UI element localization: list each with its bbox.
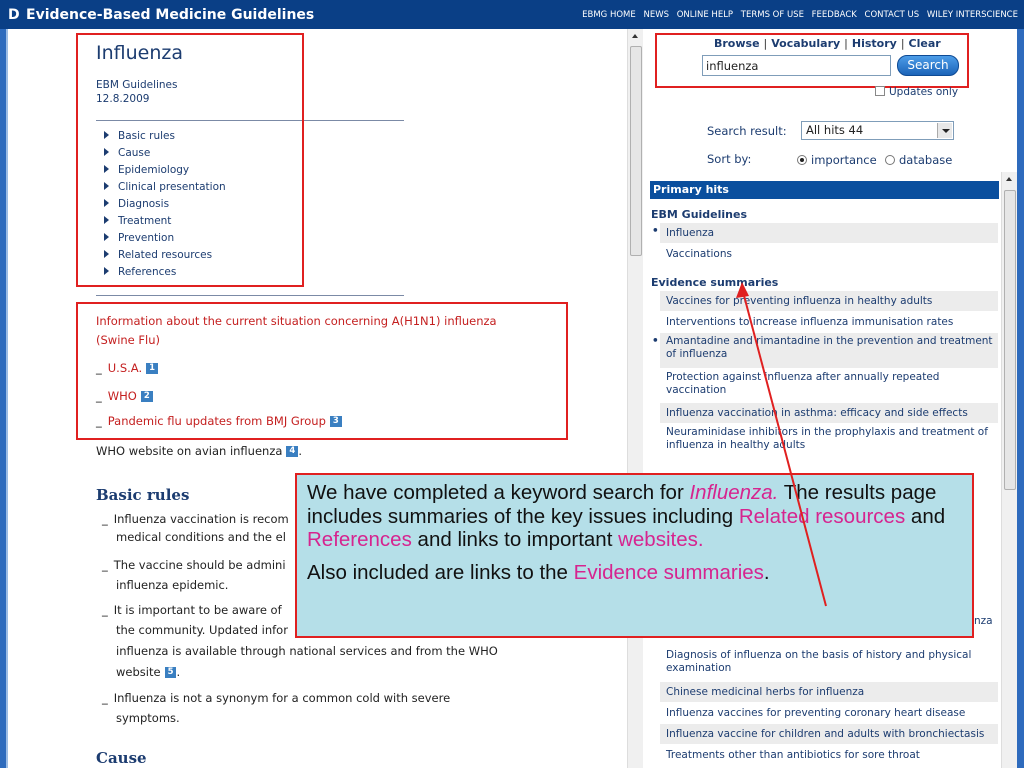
callout-paragraph-1: We have completed a keyword search for I… [307, 481, 962, 552]
callout-text: and [905, 504, 946, 528]
period: . [176, 665, 181, 679]
basic-rule-text: medical conditions and the el [116, 530, 286, 544]
nav-news[interactable]: NEWS [643, 10, 669, 20]
scroll-up-icon[interactable] [1006, 177, 1012, 181]
basic-rule-text: influenza is available through national … [116, 644, 498, 658]
rule-text: Influenza vaccination is recom [113, 512, 289, 526]
result-item[interactable]: Influenza vaccination in asthma: efficac… [660, 403, 998, 424]
section-heading-basic-rules: Basic rules [96, 486, 190, 504]
scroll-thumb[interactable] [630, 46, 642, 256]
nav-online-help[interactable]: ONLINE HELP [677, 10, 733, 20]
search-result-select[interactable]: All hits 44 [801, 121, 954, 140]
basic-rule-text: _ The vaccine should be admini [102, 558, 286, 572]
ebm-guidelines-list: Influenza Vaccinations [652, 223, 998, 265]
rule-text: website [116, 665, 161, 679]
section-heading-cause: Cause [96, 749, 147, 767]
result-item[interactable]: Influenza vaccines for preventing corona… [660, 703, 998, 724]
result-item[interactable]: Influenza vaccine for children and adult… [660, 724, 998, 745]
rule-text: It is important to be aware of [113, 603, 282, 617]
callout-highlight: References [307, 528, 412, 551]
basic-rule-text: symptoms. [116, 711, 180, 725]
evidence-summaries-list-bottom: Diagnosis of influenza on the basis of h… [660, 647, 998, 766]
result-item[interactable]: Amantadine and rimantadine in the preven… [652, 333, 998, 369]
callout-text: We have completed a keyword search for [307, 481, 690, 504]
select-value: All hits 44 [806, 123, 864, 137]
callout-highlight: Related resources [738, 504, 906, 528]
basic-rule-text: website 5. [116, 665, 180, 679]
chevron-down-icon[interactable] [937, 123, 952, 138]
sort-option-importance[interactable]: importance [797, 153, 877, 167]
ref-number-badge[interactable]: 5 [164, 667, 177, 678]
nav-ebmg-home[interactable]: EBMG HOME [582, 10, 636, 20]
scroll-thumb[interactable] [1004, 190, 1016, 490]
basic-rule-text: _ Influenza vaccination is recom [102, 512, 289, 526]
sort-option-label: importance [811, 153, 877, 167]
result-item[interactable]: Diagnosis of influenza on the basis of h… [660, 647, 998, 682]
group-heading-evidence: Evidence summaries [651, 276, 779, 289]
callout-text: and links to important [411, 528, 619, 551]
who-avian-text: WHO website on avian influenza [96, 444, 283, 458]
result-item[interactable]: Treatments other than antibiotics for so… [660, 745, 998, 766]
basic-rule-text: influenza epidemic. [116, 578, 229, 592]
top-nav: EBMG HOME NEWS ONLINE HELP TERMS OF USE … [577, 10, 1018, 20]
who-avian-line: WHO website on avian influenza 4. [96, 444, 302, 458]
result-item[interactable]: Vaccines for preventing influenza in hea… [660, 291, 998, 312]
callout-paragraph-2: Also included are links to the Evidence … [307, 561, 962, 585]
article-scrollbar[interactable] [627, 29, 643, 768]
result-item-fragment[interactable]: nza [974, 615, 993, 627]
result-vaccinations[interactable]: Vaccinations [660, 244, 998, 265]
ref-number-badge[interactable]: 4 [286, 446, 299, 457]
results-scrollbar[interactable] [1001, 172, 1017, 768]
callout-text: . [763, 560, 770, 584]
sort-option-database[interactable]: database [885, 153, 952, 167]
search-result-label: Search result: [707, 124, 787, 138]
updates-only-option[interactable]: Updates only [875, 86, 958, 98]
nav-contact-us[interactable]: CONTACT US [865, 10, 920, 20]
nav-wiley-interscience[interactable]: WILEY INTERSCIENCE [927, 10, 1018, 20]
highlight-box-search [655, 33, 969, 88]
radio-unselected[interactable] [885, 155, 895, 165]
rule-text: Influenza is not a synonym for a common … [113, 691, 451, 705]
rule-text: The vaccine should be admini [113, 558, 286, 572]
result-item[interactable]: Interventions to increase influenza immu… [660, 312, 998, 333]
result-item[interactable]: Neuraminidase inhibitors in the prophyla… [660, 424, 998, 459]
right-frame-edge [1017, 29, 1024, 768]
basic-rule-text: the community. Updated infor [116, 623, 288, 637]
sort-option-label: database [899, 153, 953, 167]
callout-highlight: Evidence summaries [573, 560, 764, 584]
app-header: D Evidence-Based Medicine Guidelines EBM… [0, 0, 1024, 29]
primary-hits-bar: Primary hits [650, 181, 999, 199]
divider [96, 295, 404, 296]
result-item[interactable]: Protection against influenza after annua… [660, 369, 998, 403]
basic-rule-text: _ It is important to be aware of [102, 603, 282, 617]
callout-text: Also included are links to the [307, 560, 574, 584]
left-frame-edge-inner [6, 29, 8, 768]
callout-highlight: websites. [618, 528, 704, 551]
annotation-callout: We have completed a keyword search for I… [295, 473, 974, 638]
basic-rule-text: _ Influenza is not a synonym for a common… [102, 691, 451, 705]
result-influenza[interactable]: Influenza [652, 223, 998, 244]
logo-icon: D [8, 7, 20, 23]
radio-selected[interactable] [797, 155, 807, 165]
sort-by-label: Sort by: [707, 152, 752, 166]
group-heading-ebm: EBM Guidelines [651, 208, 748, 221]
result-item[interactable]: Chinese medicinal herbs for influenza [660, 682, 998, 703]
period: . [298, 444, 302, 458]
highlight-box-h1n1 [76, 302, 568, 440]
updates-only-label: Updates only [889, 86, 959, 98]
callout-highlight: Influenza. [689, 481, 779, 504]
updates-only-checkbox[interactable] [875, 86, 885, 96]
highlight-box-header [76, 33, 304, 287]
scroll-up-icon[interactable] [632, 34, 638, 38]
app-title[interactable]: Evidence-Based Medicine Guidelines [26, 7, 314, 23]
nav-terms-of-use[interactable]: TERMS OF USE [741, 10, 804, 20]
nav-feedback[interactable]: FEEDBACK [812, 10, 857, 20]
evidence-summaries-list-top: Vaccines for preventing influenza in hea… [652, 291, 998, 459]
